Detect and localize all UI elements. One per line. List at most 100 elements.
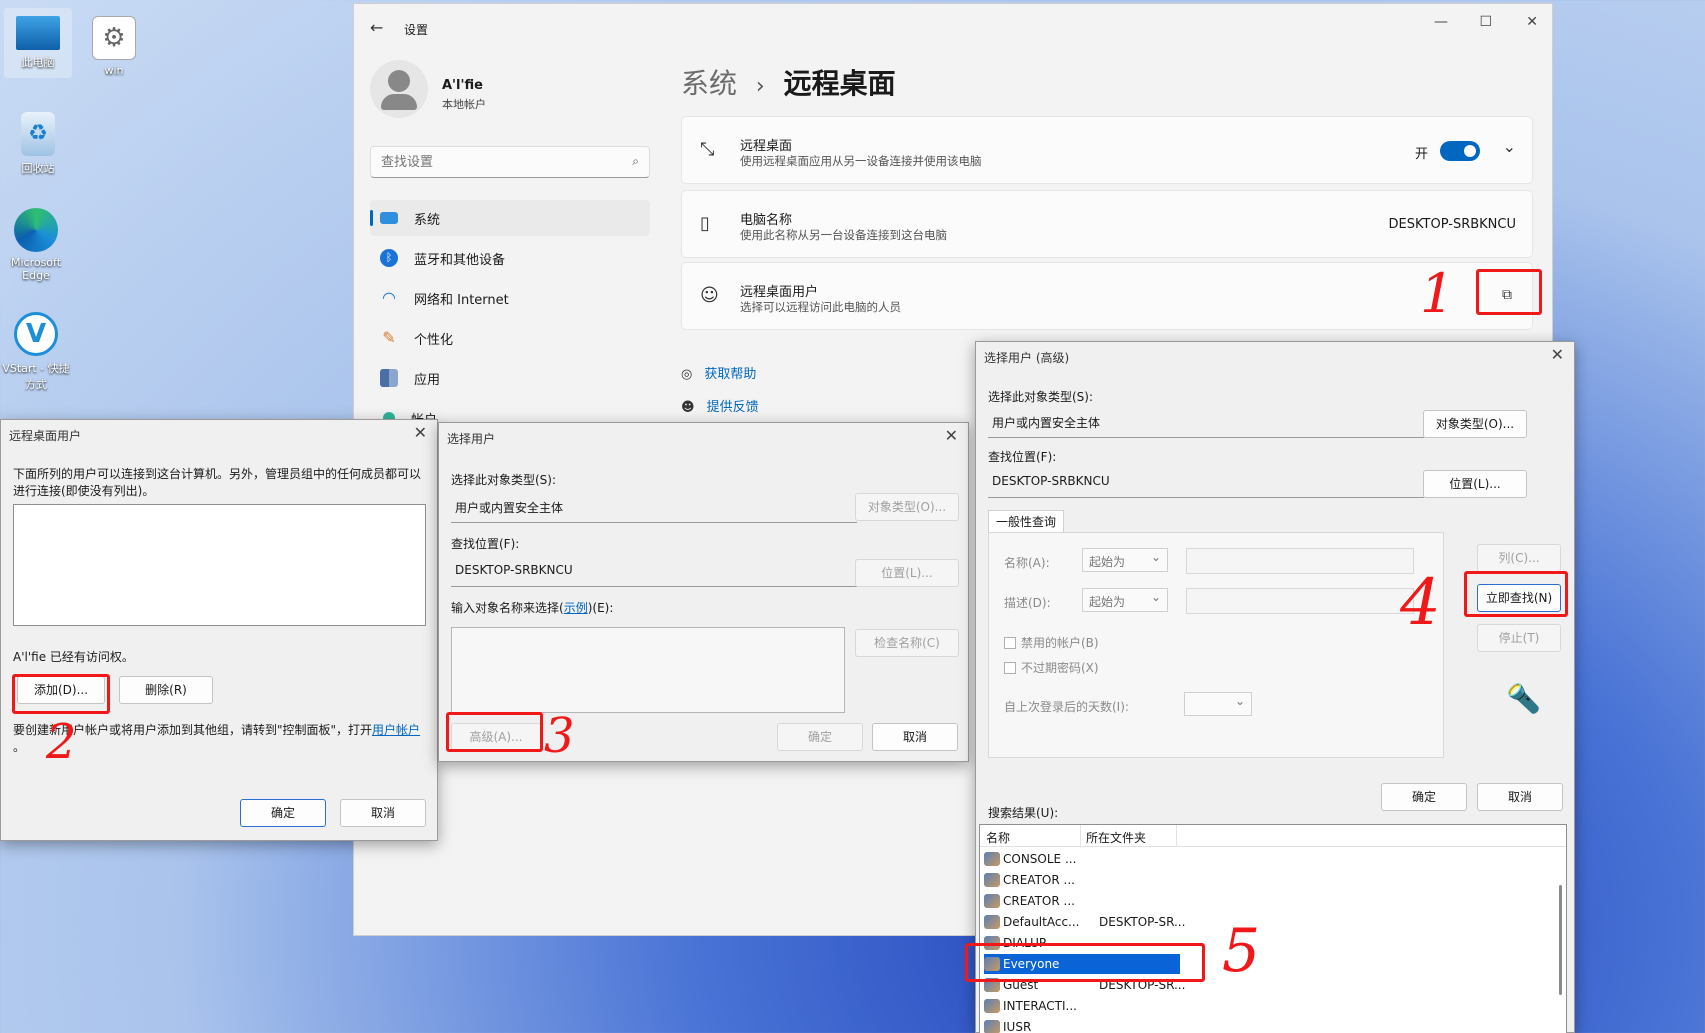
user-icon [984, 915, 1000, 929]
stop-button[interactable]: 停止(T) [1477, 624, 1561, 652]
close-icon[interactable]: ✕ [1551, 345, 1564, 364]
check-names-button[interactable]: 检查名称(C) [855, 629, 959, 657]
remote-desktop-icon: ⤡ [700, 139, 715, 160]
feedback-link[interactable]: ☻ 提供反馈 [681, 396, 759, 415]
location-field: DESKTOP-SRBKNCU [988, 468, 1424, 498]
user-group-icon [984, 852, 1000, 866]
table-row[interactable]: CONSOLE ... [984, 849, 1099, 869]
breadcrumb-separator: › [755, 74, 765, 99]
open-external-icon[interactable]: ⧉ [1502, 287, 1512, 303]
table-row[interactable]: DIALUP [984, 933, 1099, 953]
examples-link[interactable]: 示例 [564, 601, 588, 615]
search-results-list[interactable]: 名称 所在文件夹 CONSOLE ... CREATOR ... CREATOR… [979, 824, 1567, 1033]
avatar[interactable] [370, 60, 428, 118]
table-row-selected[interactable]: Everyone [984, 954, 1180, 974]
location-field: DESKTOP-SRBKNCU [451, 557, 857, 587]
chevron-down-icon[interactable]: ⌄ [1503, 137, 1516, 156]
desktop-icon-recycle-bin[interactable]: ♻ 回收站 [4, 104, 72, 176]
advanced-button[interactable]: 高级(A)... [451, 723, 541, 751]
cancel-button[interactable]: 取消 [872, 723, 958, 751]
object-type-button[interactable]: 对象类型(O)... [855, 493, 959, 521]
user-icon [984, 978, 1000, 992]
card-pc-name: ▯ 电脑名称 使用此名称从另一台设备连接到这台电脑 DESKTOP-SRBKNC… [681, 190, 1533, 258]
close-icon[interactable]: ✕ [1526, 14, 1538, 30]
table-row[interactable]: CREATOR ... [984, 891, 1099, 911]
nav-item-personalization[interactable]: ✎ 个性化 [370, 320, 650, 356]
gear-icon: ⚙ [92, 16, 136, 60]
ok-button[interactable]: 确定 [777, 723, 863, 751]
help-link[interactable]: ◎ 获取帮助 [681, 363, 756, 382]
location-button[interactable]: 位置(L)... [1423, 470, 1527, 498]
remote-desktop-toggle[interactable] [1440, 141, 1480, 161]
rd-users-dialog: 远程桌面用户 ✕ 下面所列的用户可以连接到这台计算机。另外，管理员组中的任何成员… [0, 419, 438, 841]
window-caption: 设置 [404, 23, 429, 37]
user-group-icon [984, 936, 1000, 950]
rd-users-description: 下面所列的用户可以连接到这台计算机。另外，管理员组中的任何成员都可以进行连接(即… [13, 467, 422, 498]
annotation-5: 5 [1222, 916, 1261, 986]
name-mode-select[interactable]: 起始为 [1082, 548, 1168, 572]
table-row[interactable]: INTERACTI... [984, 996, 1099, 1016]
tab-common-queries[interactable]: 一般性查询 [988, 510, 1064, 532]
maximize-icon[interactable]: ☐ [1479, 14, 1492, 30]
search-icon: ⌕ [632, 154, 639, 168]
user-check-icon: ☺ [700, 285, 719, 306]
days-since-logon-select[interactable] [1184, 692, 1252, 716]
column-name-header[interactable]: 名称 [986, 829, 1010, 846]
desktop-icon-this-pc[interactable]: 此电脑 [4, 8, 72, 78]
nav-item-network[interactable]: ◠ 网络和 Internet [370, 280, 650, 316]
disabled-accounts-checkbox[interactable]: 禁用的帐户(B) [1004, 634, 1099, 651]
columns-button[interactable]: 列(C)... [1477, 544, 1561, 572]
system-icon [380, 212, 398, 224]
annotation-3: 3 [544, 708, 575, 764]
name-input[interactable] [1186, 548, 1414, 574]
table-row[interactable]: Guest DESKTOP-SR... [984, 975, 1185, 995]
cancel-button[interactable]: 取消 [340, 799, 426, 827]
desktop-icon-vstart[interactable]: V VStart - 快捷方式 [2, 304, 70, 392]
nav-item-apps[interactable]: 应用 [370, 360, 650, 396]
nav-item-system[interactable]: 系统 [370, 200, 650, 236]
user-icon [388, 70, 410, 92]
back-arrow-icon[interactable]: ← [370, 18, 383, 37]
desktop-icon-edge[interactable]: Microsoft Edge [2, 200, 70, 282]
search-input[interactable] [371, 147, 601, 177]
table-row[interactable]: DefaultAcc... DESKTOP-SR... [984, 912, 1185, 932]
access-text: A'l'fie 已经有访问权。 [13, 650, 134, 664]
object-type-button[interactable]: 对象类型(O)... [1423, 410, 1527, 438]
card-remote-desktop[interactable]: ⤡ 远程桌面 使用远程桌面应用从另一设备连接并使用该电脑 开 ⌄ [681, 116, 1533, 184]
results-scrollbar[interactable] [1559, 885, 1562, 995]
minimize-icon[interactable]: — [1434, 14, 1448, 30]
table-row[interactable]: IUSR [984, 1017, 1099, 1033]
table-row[interactable]: CREATOR ... [984, 870, 1099, 890]
select-user-advanced-dialog: 选择用户 (高级) ✕ 选择此对象类型(S): 用户或内置安全主体 对象类型(O… [975, 341, 1575, 1033]
apps-icon [380, 369, 398, 387]
nav-item-bluetooth[interactable]: ᛒ 蓝牙和其他设备 [370, 240, 650, 276]
close-icon[interactable]: ✕ [945, 426, 958, 445]
column-folder-header[interactable]: 所在文件夹 [1086, 829, 1146, 846]
user-group-icon [984, 999, 1000, 1013]
ok-button[interactable]: 确定 [240, 799, 326, 827]
close-icon[interactable]: ✕ [414, 423, 427, 442]
user-name: A'l'fie [442, 78, 483, 93]
user-group-icon [984, 957, 1000, 971]
object-type-field: 用户或内置安全主体 [451, 493, 857, 523]
remove-button[interactable]: 删除(R) [119, 676, 213, 704]
desktop-icon-win[interactable]: ⚙ win [80, 8, 148, 77]
rd-users-list[interactable] [13, 504, 426, 626]
location-button[interactable]: 位置(L)... [855, 559, 959, 587]
add-button[interactable]: 添加(D)... [17, 676, 105, 704]
breadcrumb-parent[interactable]: 系统 [681, 67, 737, 100]
edge-icon [14, 208, 58, 252]
description-mode-select[interactable]: 起始为 [1082, 588, 1168, 612]
card-remote-desktop-users[interactable]: ☺ 远程桌面用户 选择可以远程访问此电脑的人员 ⧉ [681, 262, 1533, 330]
find-now-button[interactable]: 立即查找(N) [1477, 584, 1561, 612]
description-input[interactable] [1186, 588, 1414, 614]
ok-button[interactable]: 确定 [1381, 783, 1467, 811]
user-group-icon [984, 873, 1000, 887]
search-box[interactable]: ⌕ [370, 146, 650, 178]
user-accounts-link[interactable]: 用户帐户 [372, 723, 420, 737]
non-expiring-password-checkbox[interactable]: 不过期密码(X) [1004, 659, 1099, 676]
page-title: 远程桌面 [783, 67, 896, 100]
cancel-button[interactable]: 取消 [1477, 783, 1563, 811]
object-names-textarea[interactable] [451, 627, 845, 713]
wifi-icon: ◠ [382, 288, 396, 307]
